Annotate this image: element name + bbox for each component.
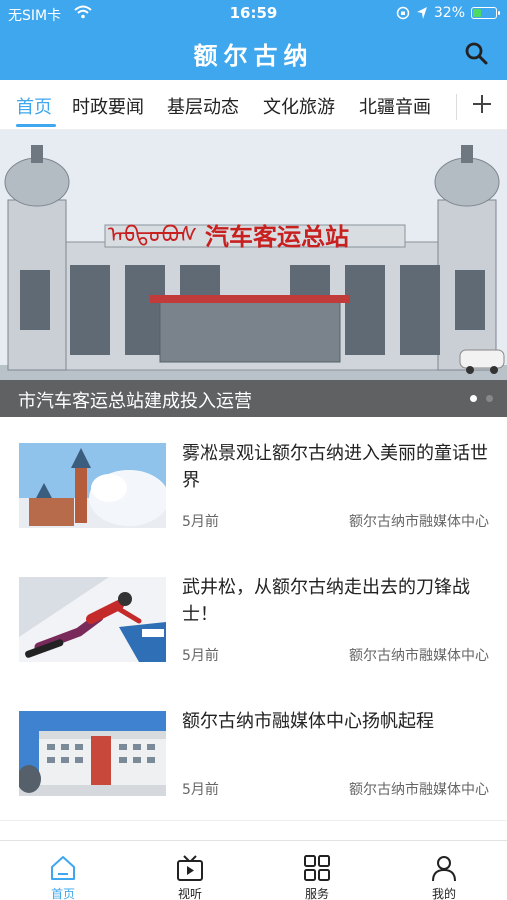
news-time: 5月前 xyxy=(182,648,219,664)
nav-video-label: 视听 xyxy=(177,887,202,900)
carousel-dot[interactable] xyxy=(470,395,477,402)
video-icon xyxy=(177,855,203,881)
home-icon xyxy=(51,856,75,880)
grid-icon xyxy=(304,855,330,881)
list-item[interactable]: 额尔古纳市融媒体中心扬帆起程 5月前 额尔古纳市融媒体中心 xyxy=(0,686,507,821)
news-title: 雾凇景观让额尔古纳进入美丽的童话世界 xyxy=(182,443,488,491)
orientation-lock-icon xyxy=(396,6,410,20)
news-thumbnail-snowboard xyxy=(19,577,166,662)
carousel-dot[interactable] xyxy=(486,395,493,402)
search-icon[interactable] xyxy=(463,40,489,66)
battery-percent: 32% xyxy=(433,5,465,21)
nav-services-label: 服务 xyxy=(304,887,329,900)
user-icon xyxy=(432,856,456,882)
tab-politics[interactable]: 时政要闻 xyxy=(72,93,144,119)
tab-home[interactable]: 首页 xyxy=(16,93,52,119)
status-bar: 无SIM卡 16:59 32% xyxy=(0,0,507,28)
list-item[interactable]: 雾凇景观让额尔古纳进入美丽的童话世界 5月前 额尔古纳市融媒体中心 xyxy=(0,418,507,553)
carousel-indicator xyxy=(470,395,493,402)
battery-icon xyxy=(471,7,500,19)
news-source: 额尔古纳市融媒体中心 xyxy=(349,648,489,664)
svg-text:ᠠᠪᠲᠣᠪᠤᠰ: ᠠᠪᠲᠣᠪᠤᠰ xyxy=(108,223,197,248)
plus-icon[interactable] xyxy=(470,92,494,116)
status-right: 32% xyxy=(396,5,500,21)
nav-services[interactable]: 服务 xyxy=(254,841,380,900)
featured-carousel[interactable]: 汽车客运总站 ᠠᠪᠲᠣᠪᠤᠰ 市汽车客运总站建成投入运营 xyxy=(0,130,507,417)
news-source: 额尔古纳市融媒体中心 xyxy=(349,514,489,530)
list-item[interactable]: 武井松，从额尔古纳走出去的刀锋战士！ 5月前 额尔古纳市融媒体中心 xyxy=(0,552,507,687)
bottom-navigation: 首页 视听 服务 我的 xyxy=(0,840,507,900)
carousel-caption-bar: 市汽车客运总站建成投入运营 xyxy=(0,380,507,417)
tab-northern-scenes[interactable]: 北疆音画 xyxy=(359,93,431,119)
building-sign: 汽车客运总站 xyxy=(205,222,349,251)
news-source: 额尔古纳市融媒体中心 xyxy=(349,782,489,798)
category-tabs: 首页 时政要闻 基层动态 文化旅游 北疆音画 xyxy=(0,80,507,130)
news-title: 武井松，从额尔古纳走出去的刀锋战士！ xyxy=(182,577,470,625)
tab-culture-travel[interactable]: 文化旅游 xyxy=(263,93,335,119)
nav-profile[interactable]: 我的 xyxy=(381,841,507,900)
nav-home-label: 首页 xyxy=(50,887,75,900)
active-tab-indicator xyxy=(16,124,56,127)
top-bar: 无SIM卡 16:59 32% 额尔古纳 xyxy=(0,0,507,80)
tab-local-news[interactable]: 基层动态 xyxy=(167,93,239,119)
location-icon xyxy=(416,7,427,19)
news-time: 5月前 xyxy=(182,782,219,798)
news-thumbnail-rime xyxy=(19,443,166,528)
nav-profile-label: 我的 xyxy=(431,887,456,900)
app-title: 额尔古纳 xyxy=(193,41,314,70)
nav-video[interactable]: 视听 xyxy=(127,841,253,900)
bus-station-image: 汽车客运总站 ᠠᠪᠲᠣᠪᠤᠰ xyxy=(0,130,507,417)
news-title: 额尔古纳市融媒体中心扬帆起程 xyxy=(182,711,434,732)
news-thumbnail-media-center xyxy=(19,711,166,796)
nav-home[interactable]: 首页 xyxy=(0,841,126,900)
tabs-divider xyxy=(456,94,457,120)
news-time: 5月前 xyxy=(182,514,219,530)
carousel-caption: 市汽车客运总站建成投入运营 xyxy=(18,391,252,412)
